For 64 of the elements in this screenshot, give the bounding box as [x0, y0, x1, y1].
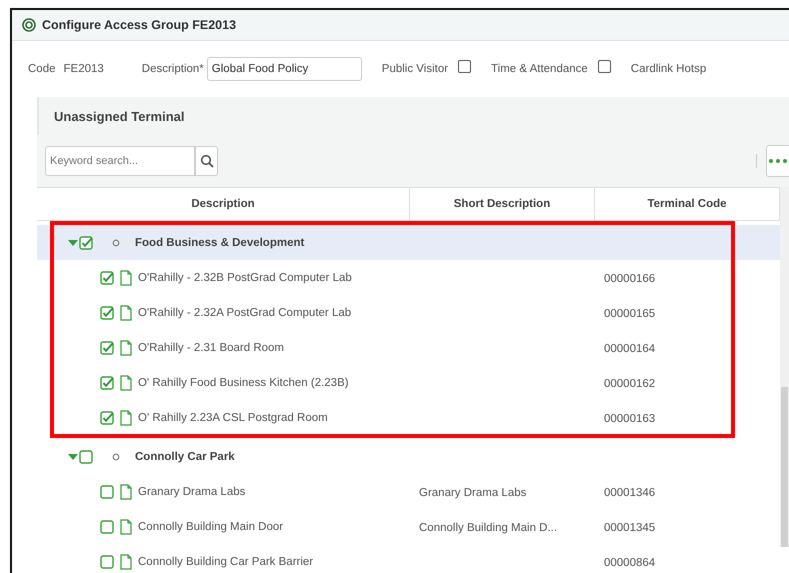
document-icon — [120, 518, 132, 534]
checked-checkbox[interactable] — [100, 270, 114, 284]
checkbox[interactable] — [598, 60, 611, 72]
document-icon — [120, 554, 132, 570]
checked-checkbox[interactable] — [100, 340, 114, 354]
checkbox[interactable] — [100, 520, 114, 534]
group-row[interactable]: Connolly Car Park — [37, 439, 780, 474]
node-icon — [112, 238, 120, 246]
table-cell: 00000166 — [604, 272, 656, 284]
table-cell: 00000164 — [604, 342, 656, 354]
search-button[interactable] — [195, 146, 218, 176]
document-icon — [120, 304, 132, 320]
table-cell: Granary Drama Labs — [419, 486, 526, 498]
checkbox[interactable] — [79, 450, 93, 464]
code-value: FE2013 — [64, 63, 104, 75]
document-icon — [120, 340, 132, 356]
document-icon — [120, 374, 132, 390]
table-cell: O' Rahilly 2.23A CSL Postgrad Room — [138, 412, 328, 424]
column-header[interactable]: Description — [37, 188, 410, 220]
table-cell: Granary Drama Labs — [138, 486, 246, 498]
caret-down-icon[interactable] — [68, 452, 78, 460]
checkbox[interactable] — [100, 554, 114, 568]
caret-down-icon[interactable] — [68, 238, 78, 246]
search-icon — [200, 154, 214, 168]
document-icon — [120, 410, 132, 426]
checkbox[interactable] — [458, 60, 472, 72]
panel-title: Unassigned Terminal — [54, 108, 185, 124]
table-cell: 00001345 — [604, 522, 656, 534]
code-label: Code — [28, 63, 56, 75]
document-icon — [120, 270, 132, 286]
group-label: Food Business & Development — [135, 236, 304, 248]
table-cell: Connolly Building Main D... — [419, 522, 558, 534]
checked-checkbox[interactable] — [79, 236, 93, 250]
node-icon — [112, 452, 120, 460]
table-cell: O'Rahilly - 2.31 Board Room — [138, 342, 284, 354]
table-cell: O'Rahilly - 2.32B PostGrad Computer Lab — [138, 272, 352, 284]
window-title: Configure Access Group FE2013 — [42, 18, 236, 32]
document-icon — [120, 484, 132, 500]
table-cell: O' Rahilly Food Business Kitchen (2.23B) — [138, 376, 349, 388]
checked-checkbox[interactable] — [100, 410, 114, 424]
table-cell: 00000162 — [604, 378, 656, 390]
group-label: Connolly Car Park — [135, 450, 235, 462]
search-field[interactable]: Keyword search... — [45, 146, 195, 176]
table-cell: O'Rahilly - 2.32A PostGrad Computer Lab — [138, 306, 352, 318]
checkbox[interactable] — [100, 484, 114, 498]
more-icon — [768, 158, 788, 164]
table-cell: Connolly Building Main Door — [138, 520, 284, 532]
more-button[interactable] — [766, 145, 789, 177]
table-cell: 00000165 — [604, 308, 656, 320]
scrollbar[interactable] — [780, 187, 789, 547]
description-label: Description* — [142, 63, 204, 75]
checkbox-label: Public Visitor — [382, 63, 448, 75]
table-cell: 00000163 — [604, 412, 656, 424]
column-header[interactable]: Short Description — [410, 188, 595, 220]
table-cell: Connolly Building Car Park Barrier — [138, 556, 314, 568]
table-cell: 00000864 — [604, 556, 656, 568]
description-field[interactable]: Global Food Policy — [206, 57, 362, 81]
checked-checkbox[interactable] — [100, 376, 114, 390]
checked-checkbox[interactable] — [100, 306, 114, 320]
logo-icon — [22, 18, 36, 32]
table-cell: 00001346 — [604, 486, 656, 498]
checkbox-label: Time & Attendance — [491, 63, 588, 75]
group-row[interactable]: Food Business & Development — [37, 225, 780, 260]
checkbox-label: Cardlink Hotsp — [630, 63, 706, 75]
